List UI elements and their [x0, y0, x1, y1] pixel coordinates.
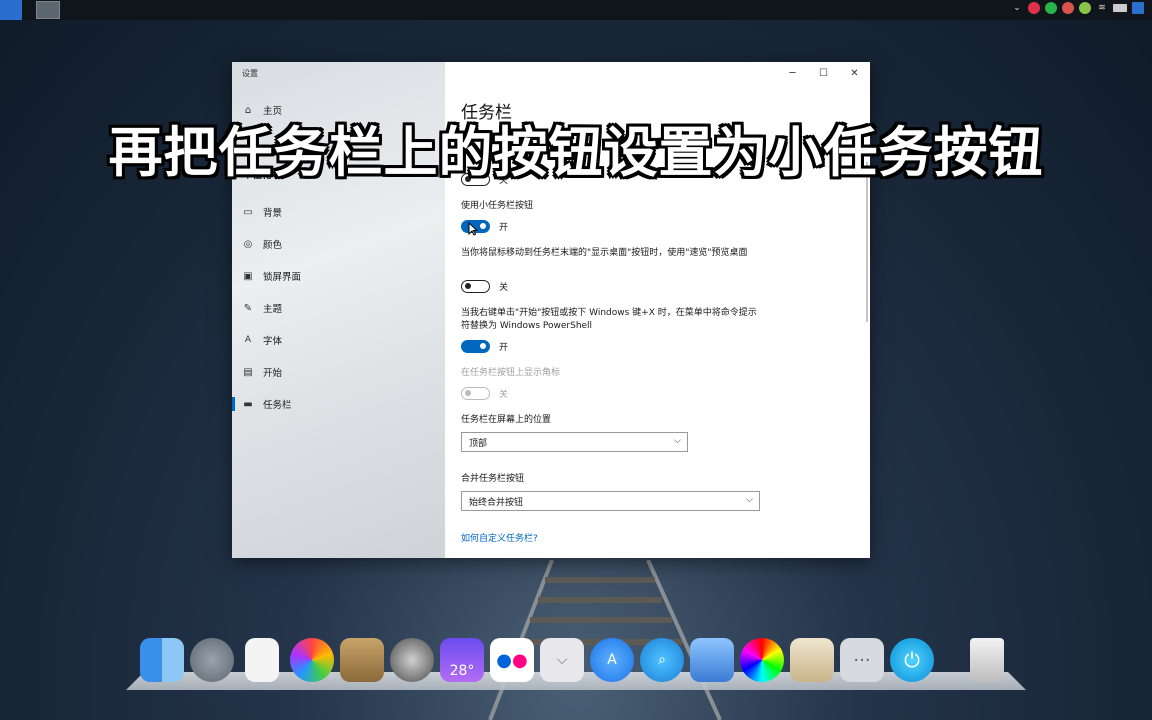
active-indicator — [232, 397, 235, 411]
taskbar-icon: ▬ — [243, 398, 253, 410]
setting-label: 在任务栏按钮上显示角标 — [461, 368, 561, 378]
help-link[interactable]: 如何自定义任务栏? — [461, 531, 538, 544]
finder-icon[interactable] — [140, 638, 184, 682]
start-button[interactable] — [0, 0, 22, 20]
dropdown-value: 始终合并按钮 — [469, 497, 524, 508]
sidebar-item-start[interactable]: ▤ 开始 — [242, 362, 432, 382]
peek-desktop-toggle[interactable] — [461, 280, 490, 293]
toggle-state-label: 开 — [499, 223, 509, 233]
sidebar-item-label: 开始 — [263, 368, 283, 379]
sidebar-item-themes[interactable]: ✎ 主题 — [242, 298, 432, 318]
setting-label: 当你将鼠标移动到任务栏末端的"显示桌面"按钮时，使用"速览"预览桌面 — [461, 248, 748, 258]
window-title: 设置 — [242, 69, 258, 78]
minimize-button[interactable]: ─ — [777, 62, 808, 84]
more-label: ··· — [853, 649, 871, 671]
lock-screen-icon: ▣ — [243, 270, 253, 282]
color-picker-icon[interactable] — [740, 638, 784, 682]
toggle-row: 关 — [461, 387, 508, 400]
powershell-replace-toggle[interactable] — [461, 340, 490, 353]
close-button[interactable]: ✕ — [839, 62, 870, 84]
taskbar-position-dropdown[interactable]: 顶部 ⌵ — [461, 432, 688, 452]
chevron-down-icon: ⌵ — [674, 436, 681, 446]
dock: 28° ● ● ⌵ A ⌕ ··· ⏻ — [140, 638, 1012, 686]
more-apps-icon[interactable]: ··· — [840, 638, 884, 682]
flickr-icon[interactable]: ● ● — [490, 638, 534, 682]
wifi-icon[interactable]: ≋ — [1096, 2, 1108, 14]
palette-icon: ◎ — [243, 238, 253, 250]
weather-temperature: 28° — [449, 663, 475, 679]
window-controls: ─ ☐ ✕ — [777, 62, 870, 84]
toggle-row: 开 — [461, 340, 508, 353]
maximize-button[interactable]: ☐ — [808, 62, 839, 84]
tray-app-icon[interactable] — [1028, 2, 1040, 14]
sidebar-item-fonts[interactable]: A 字体 — [242, 330, 432, 350]
brush-icon: ✎ — [243, 302, 253, 314]
document-icon[interactable] — [245, 638, 279, 682]
calculator-icon[interactable] — [790, 638, 834, 682]
mouse-cursor-icon — [468, 222, 478, 236]
toggle-state-label: 关 — [499, 283, 509, 293]
window-manager-icon[interactable] — [690, 638, 734, 682]
tray-app-icon[interactable] — [1079, 2, 1091, 14]
system-tray: ⌄ ≋ — [1011, 2, 1144, 14]
trash-icon[interactable] — [970, 638, 1004, 682]
sidebar-item-label: 字体 — [263, 336, 283, 347]
start-icon: ▤ — [243, 366, 253, 378]
sidebar-item-label: 任务栏 — [263, 400, 292, 411]
chevron-down-icon: ⌵ — [746, 495, 753, 505]
sidebar-item-label: 主题 — [263, 304, 283, 315]
launchpad-icon[interactable] — [190, 638, 234, 682]
system-preferences-icon[interactable] — [390, 638, 434, 682]
image-icon: ▭ — [243, 206, 253, 218]
badges-toggle[interactable] — [461, 387, 490, 400]
dropdown-value: 顶部 — [469, 438, 488, 449]
sidebar-item-background[interactable]: ▭ 背景 — [242, 202, 432, 222]
sidebar-item-label: 背景 — [263, 208, 283, 219]
taskbar-app-button[interactable] — [36, 1, 60, 19]
sidebar-item-label: 锁屏界面 — [263, 272, 302, 283]
archive-icon[interactable] — [340, 638, 384, 682]
weather-icon[interactable]: 28° — [440, 638, 484, 682]
sidebar-item-label: 颜色 — [263, 240, 283, 251]
sidebar-item-colors[interactable]: ◎ 颜色 — [242, 234, 432, 254]
notification-icon[interactable] — [1132, 2, 1144, 14]
chevron-up-icon[interactable]: ⌄ — [1011, 2, 1023, 14]
sidebar-item-lock-screen[interactable]: ▣ 锁屏界面 — [242, 266, 432, 286]
toggle-row: 关 — [461, 280, 508, 293]
app-store-icon[interactable]: A — [590, 638, 634, 682]
toggle-state-label: 开 — [499, 343, 509, 353]
top-taskbar: ⌄ ≋ — [0, 0, 1152, 20]
font-icon: A — [244, 335, 252, 345]
search-icon[interactable]: ⌕ — [640, 638, 684, 682]
downloads-icon[interactable]: ⌵ — [540, 638, 584, 682]
wechat-icon[interactable] — [1045, 2, 1057, 14]
sidebar-item-taskbar[interactable]: ▬ 任务栏 — [242, 394, 432, 414]
toggle-state-label: 关 — [499, 390, 509, 400]
setting-label: 任务栏在屏幕上的位置 — [461, 415, 552, 425]
setting-label: 合并任务栏按钮 — [461, 474, 525, 484]
photos-icon[interactable] — [290, 638, 334, 682]
battery-icon[interactable] — [1113, 4, 1127, 12]
power-icon[interactable]: ⏻ — [890, 638, 934, 682]
setting-label: 当我右键单击"开始"按钮或按下 Windows 键+X 时，在菜单中将命令提示符… — [461, 308, 757, 331]
combine-buttons-dropdown[interactable]: 始终合并按钮 ⌵ — [461, 491, 760, 511]
setting-label: 使用小任务栏按钮 — [461, 201, 534, 211]
video-caption: 再把任务栏上的按钮设置为小任务按钮 — [108, 121, 1044, 184]
tray-app-icon[interactable] — [1062, 2, 1074, 14]
